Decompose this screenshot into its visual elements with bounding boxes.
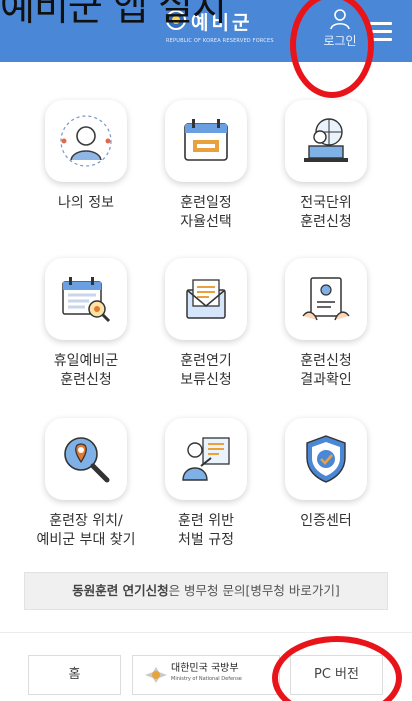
menu-item-label: 나의 정보 — [58, 195, 114, 211]
mnd-name: 대한민국 국방부 — [171, 663, 239, 674]
pc-version-button[interactable]: PC 버전 — [290, 655, 383, 695]
envelope-icon — [165, 258, 247, 340]
login-button[interactable]: 로그인 — [318, 6, 362, 56]
shield-check-icon — [285, 418, 367, 500]
menu-item-label: 훈련신청 결과확인 — [300, 353, 352, 388]
menu-item-label: 훈련장 위치/ 예비군 부대 찾기 — [36, 513, 136, 548]
menu-item-label: 전국단위 훈련신청 — [300, 195, 352, 230]
user-profile-icon — [45, 100, 127, 182]
result-document-icon — [285, 258, 367, 340]
menu-item-label: 인증센터 — [300, 513, 352, 529]
menu-item-schedule[interactable]: 훈련일정 자율선택 — [146, 96, 266, 246]
mnd-link-button[interactable]: 대한민국 국방부 Ministry of National Defense — [132, 655, 280, 695]
menu-item-penalty[interactable]: 훈련 위반 처벌 규정 — [146, 414, 266, 564]
hamburger-menu-icon[interactable] — [370, 22, 394, 42]
mnd-emblem-icon — [145, 667, 167, 683]
person-icon — [330, 9, 350, 30]
overlay-caption: 예비군 앱 실지 — [0, 0, 227, 29]
menu-item-label: 휴일예비군 훈련신청 — [53, 353, 119, 388]
menu-item-label: 훈련연기 보류신청 — [180, 353, 232, 388]
presenter-icon — [165, 418, 247, 500]
menu-item-label: 훈련 위반 처벌 규정 — [178, 513, 234, 548]
notice-bold-text: 동원훈련 연기신청 — [72, 583, 169, 598]
menu-item-holiday[interactable]: 휴일예비군 훈련신청 — [26, 254, 146, 404]
login-label: 로그인 — [323, 34, 357, 48]
menu-item-label: 훈련일정 자율선택 — [180, 195, 232, 230]
home-button[interactable]: 홈 — [28, 655, 121, 695]
mnd-subtitle: Ministry of National Defense — [171, 676, 242, 682]
location-search-icon — [45, 418, 127, 500]
calendar-icon — [165, 100, 247, 182]
globe-laptop-icon — [285, 100, 367, 182]
menu-item-nationwide[interactable]: 전국단위 훈련신청 — [266, 96, 386, 246]
notice-text: 은 병무청 문의[병무청 바로가기] — [168, 583, 340, 598]
notice-banner[interactable]: 동원훈련 연기신청은 병무청 문의[병무청 바로가기] — [24, 572, 388, 610]
calendar-search-icon — [45, 258, 127, 340]
menu-item-cert[interactable]: 인증센터 — [266, 414, 386, 564]
brand-subtitle: REPUBLIC OF KOREA RESERVED FORCES — [166, 38, 274, 44]
menu-item-result[interactable]: 훈련신청 결과확인 — [266, 254, 386, 404]
menu-item-postpone[interactable]: 훈련연기 보류신청 — [146, 254, 266, 404]
footer: 홈 대한민국 국방부 Ministry of National Defense … — [0, 632, 412, 701]
menu-item-my-info[interactable]: 나의 정보 — [26, 96, 146, 246]
menu-item-location[interactable]: 훈련장 위치/ 예비군 부대 찾기 — [26, 414, 146, 564]
